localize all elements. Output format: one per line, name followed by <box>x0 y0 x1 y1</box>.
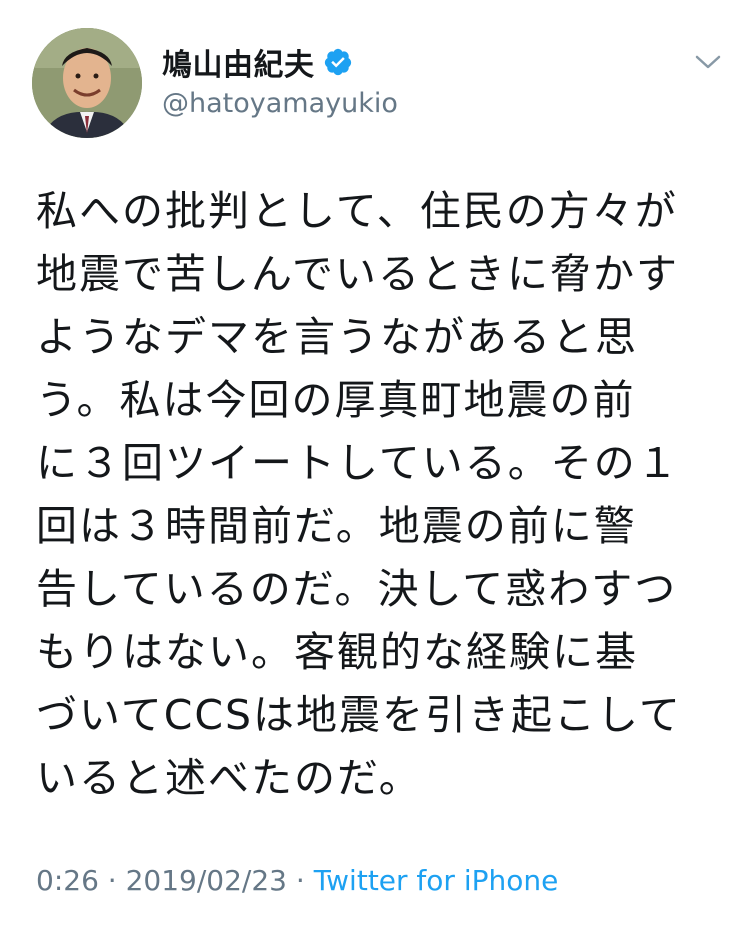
tweet-text-line: 私への批判として、住民の方々が <box>36 187 678 235</box>
tweet-text-line: 告しているのだ。決して惑わすつ <box>36 565 678 613</box>
author-display-name[interactable]: 鳩山由紀夫 <box>162 40 315 84</box>
tweet-text-line: に３回ツイートしている。その１ <box>36 439 680 487</box>
author-avatar[interactable] <box>32 28 142 138</box>
tweet-metadata: 0:26 · 2019/02/23 · Twitter for iPhone <box>36 864 558 897</box>
meta-separator: · <box>98 864 126 897</box>
tweet-text-line: いると述べたのだ。 <box>36 754 422 802</box>
tweet-text-line: ようなデマを言うながあると思 <box>36 313 638 361</box>
author-name-row: 鳩山由紀夫 <box>162 40 353 84</box>
profile-photo-icon <box>32 28 142 138</box>
chevron-down-icon[interactable] <box>694 52 722 72</box>
tweet-text-line: もりはない。客観的な経験に基 <box>36 628 638 676</box>
verified-badge-icon <box>323 47 353 77</box>
tweet-time: 0:26 <box>36 864 99 897</box>
meta-separator: · <box>286 864 314 897</box>
tweet-source-link[interactable]: Twitter for iPhone <box>314 864 559 897</box>
tweet-text-line: 回は３時間前だ。地震の前に警 <box>36 502 637 550</box>
tweet-date: 2019/02/23 <box>125 864 287 897</box>
author-handle[interactable]: @hatoyamayukio <box>162 88 398 119</box>
tweet-text-line: 地震で苦しんでいるときに脅かす <box>36 250 679 298</box>
tweet-text: 私への批判として、住民の方々が 地震で苦しんでいるときに脅かす ようなデマを言う… <box>36 180 720 810</box>
tweet-detail: 鳩山由紀夫 @hatoyamayukio 私への批判として、住民の方々が 地震で… <box>0 0 750 936</box>
tweet-text-line: づいてCCSは地震を引き起こして <box>36 691 682 739</box>
tweet-text-line: う。私は今回の厚真町地震の前 <box>36 376 636 424</box>
